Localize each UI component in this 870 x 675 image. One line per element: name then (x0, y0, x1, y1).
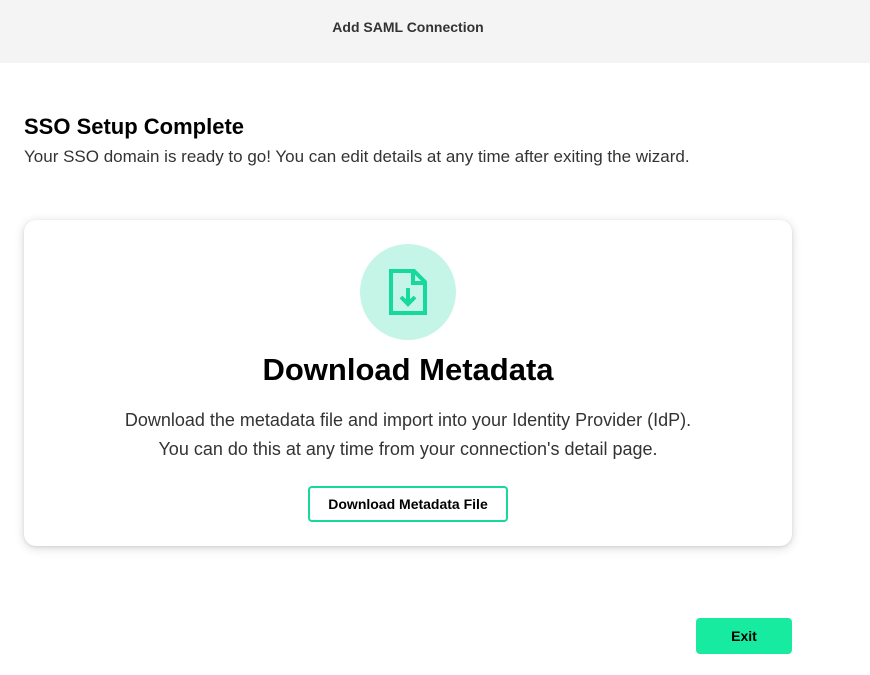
document-download-icon (389, 269, 427, 315)
page-title: SSO Setup Complete (24, 114, 245, 139)
card-description-line-1: Download the metadata file and import in… (124, 410, 692, 430)
card-description: Download the metadata file and import in… (24, 406, 792, 464)
page-subtitle: Your SSO domain is ready to go! You can … (24, 147, 690, 166)
download-metadata-card: Download Metadata Download the metadata … (24, 220, 792, 546)
card-title: Download Metadata (262, 352, 554, 387)
icon-circle (360, 244, 456, 340)
card-description-line-2: You can do this at any time from your co… (158, 439, 658, 459)
wizard-header: Add SAML Connection (0, 0, 870, 63)
exit-button[interactable]: Exit (696, 618, 792, 654)
download-metadata-file-button[interactable]: Download Metadata File (308, 486, 508, 522)
wizard-title: Add SAML Connection (332, 19, 484, 35)
